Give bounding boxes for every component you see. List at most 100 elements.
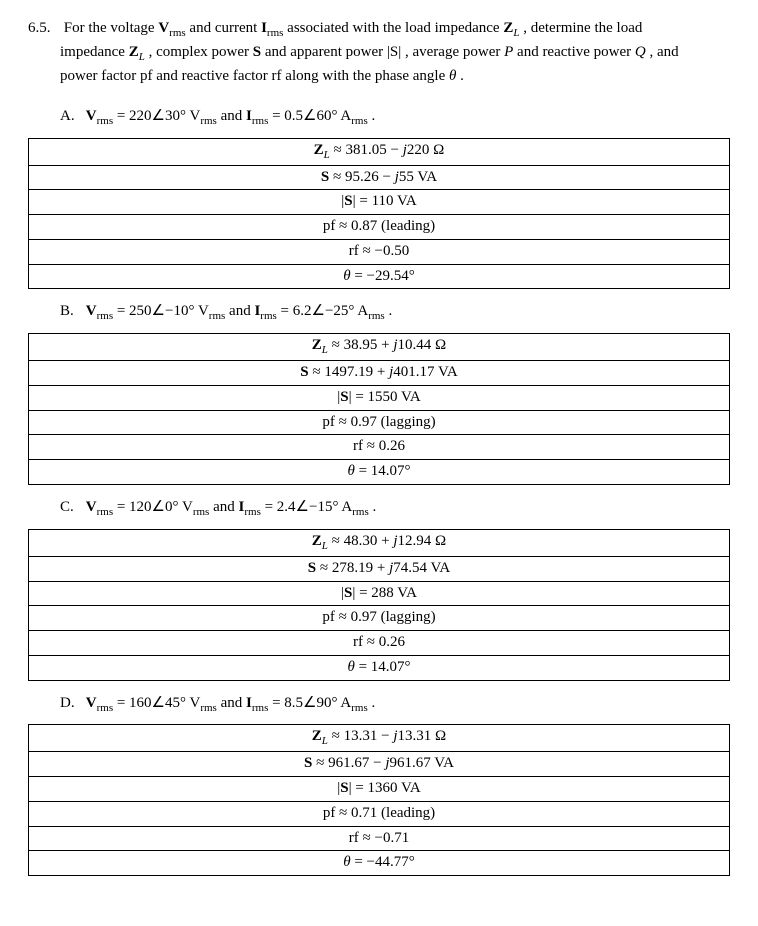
table-row: ZL ≈ 381.05 − j220 Ω <box>29 138 730 165</box>
table-row: S ≈ 1497.19 + j401.17 VA <box>29 361 730 386</box>
table-row: ZL ≈ 38.95 + j10.44 Ω <box>29 334 730 361</box>
sub-rms: rms <box>351 115 368 127</box>
given-text: = 120∠0° <box>117 499 182 515</box>
stem-text: , and <box>649 44 678 60</box>
sub-rms: rms <box>209 310 226 322</box>
table-row: θ = −44.77° <box>29 851 730 876</box>
answer-table-a: ZL ≈ 381.05 − j220 ΩS ≈ 95.26 − j55 VA|S… <box>28 138 730 290</box>
stem-text: . <box>460 68 464 84</box>
part-label: D. <box>60 693 82 715</box>
table-row: pf ≈ 0.97 (lagging) <box>29 410 730 435</box>
stem-text: associated with the load impedance <box>287 20 503 36</box>
stem-text: For the voltage <box>64 20 159 36</box>
stem-text: impedance <box>60 44 129 60</box>
table-row: ZL ≈ 13.31 − j13.31 Ω <box>29 725 730 752</box>
given-text: and <box>229 303 254 319</box>
sym-q: Q <box>635 44 646 60</box>
part-b: B. Vrms = 250∠−10° Vrms and Irms = 6.2∠−… <box>28 301 730 325</box>
sub-rms: rms <box>97 506 114 518</box>
sub-rms: rms <box>200 702 217 714</box>
answer-cell: rf ≈ 0.26 <box>29 631 730 656</box>
given-text: and <box>213 499 238 515</box>
sub-rms: rms <box>97 702 114 714</box>
answer-cell: θ = 14.07° <box>29 460 730 485</box>
table-row: rf ≈ 0.26 <box>29 435 730 460</box>
given-text: = 0.5∠60° <box>272 108 340 124</box>
table-row: |S| = 288 VA <box>29 581 730 606</box>
stem-text: and reactive power <box>517 44 635 60</box>
problem-number: 6.5. <box>28 18 60 40</box>
answer-cell: θ = −29.54° <box>29 264 730 289</box>
stem-text: , average power <box>405 44 504 60</box>
answer-cell: θ = 14.07° <box>29 655 730 680</box>
sub-rms: rms <box>200 115 217 127</box>
answer-cell: rf ≈ −0.71 <box>29 826 730 851</box>
sub-rms: rms <box>260 310 277 322</box>
answer-cell: θ = −44.77° <box>29 851 730 876</box>
part-label: A. <box>60 106 82 128</box>
given-text: . <box>372 695 376 711</box>
sym-p: P <box>504 44 513 60</box>
sub-rms: rms <box>352 506 369 518</box>
stem-text: and current <box>189 20 261 36</box>
answer-cell: ZL ≈ 13.31 − j13.31 Ω <box>29 725 730 752</box>
stem-text: power factor pf and reactive factor rf a… <box>60 68 449 84</box>
sub-rms: rms <box>169 27 186 39</box>
sym-abs-s: |S| <box>387 44 401 60</box>
sub-rms: rms <box>252 115 269 127</box>
given-text: and <box>221 695 246 711</box>
sym-theta: θ <box>449 68 456 84</box>
answer-cell: |S| = 288 VA <box>29 581 730 606</box>
sub-rms: rms <box>244 506 261 518</box>
answer-cell: S ≈ 1497.19 + j401.17 VA <box>29 361 730 386</box>
table-row: S ≈ 95.26 − j55 VA <box>29 165 730 190</box>
sub-rms: rms <box>351 702 368 714</box>
answer-cell: S ≈ 961.67 − j961.67 VA <box>29 752 730 777</box>
table-row: rf ≈ 0.26 <box>29 631 730 656</box>
stem-line-2: impedance ZL , complex power S and appar… <box>28 42 730 66</box>
table-row: θ = 14.07° <box>29 655 730 680</box>
answer-cell: |S| = 1550 VA <box>29 385 730 410</box>
sub-rms: rms <box>267 27 284 39</box>
sym-z: Z <box>503 20 513 36</box>
sym-v: V <box>86 695 97 711</box>
part-d: D. Vrms = 160∠45° Vrms and Irms = 8.5∠90… <box>28 693 730 717</box>
answer-cell: pf ≈ 0.71 (leading) <box>29 801 730 826</box>
sub-rms: rms <box>252 702 269 714</box>
answer-cell: rf ≈ −0.50 <box>29 239 730 264</box>
table-row: ZL ≈ 48.30 + j12.94 Ω <box>29 529 730 556</box>
answer-cell: S ≈ 95.26 − j55 VA <box>29 165 730 190</box>
answer-cell: ZL ≈ 38.95 + j10.44 Ω <box>29 334 730 361</box>
table-row: |S| = 1550 VA <box>29 385 730 410</box>
answer-cell: ZL ≈ 381.05 − j220 Ω <box>29 138 730 165</box>
stem-line-3: power factor pf and reactive factor rf a… <box>28 66 730 88</box>
answer-cell: pf ≈ 0.97 (lagging) <box>29 410 730 435</box>
given-text: = 250∠−10° <box>117 303 198 319</box>
given-text: = 2.4∠−15° <box>265 499 342 515</box>
sym-s: S <box>253 44 261 60</box>
given-text: = 220∠30° <box>117 108 190 124</box>
problem-stem: 6.5. For the voltage Vrms and current Ir… <box>28 18 730 88</box>
given-text: = 6.2∠−25° <box>281 303 358 319</box>
sym-v: V <box>86 108 97 124</box>
given-text: = 160∠45° <box>117 695 190 711</box>
table-row: |S| = 1360 VA <box>29 777 730 802</box>
stem-text: , complex power <box>149 44 253 60</box>
table-row: S ≈ 278.19 + j74.54 VA <box>29 556 730 581</box>
answer-cell: |S| = 1360 VA <box>29 777 730 802</box>
table-row: rf ≈ −0.71 <box>29 826 730 851</box>
sub-rms: rms <box>193 506 210 518</box>
given-text: and <box>221 108 246 124</box>
table-row: pf ≈ 0.97 (lagging) <box>29 606 730 631</box>
sub-l: L <box>139 51 145 63</box>
table-row: |S| = 110 VA <box>29 190 730 215</box>
table-row: θ = −29.54° <box>29 264 730 289</box>
table-row: pf ≈ 0.87 (leading) <box>29 215 730 240</box>
part-label: C. <box>60 497 82 519</box>
sub-rms: rms <box>368 310 385 322</box>
answer-cell: S ≈ 278.19 + j74.54 VA <box>29 556 730 581</box>
sub-rms: rms <box>97 310 114 322</box>
answer-cell: ZL ≈ 48.30 + j12.94 Ω <box>29 529 730 556</box>
table-row: pf ≈ 0.71 (leading) <box>29 801 730 826</box>
stem-text: , determine the load <box>523 20 642 36</box>
